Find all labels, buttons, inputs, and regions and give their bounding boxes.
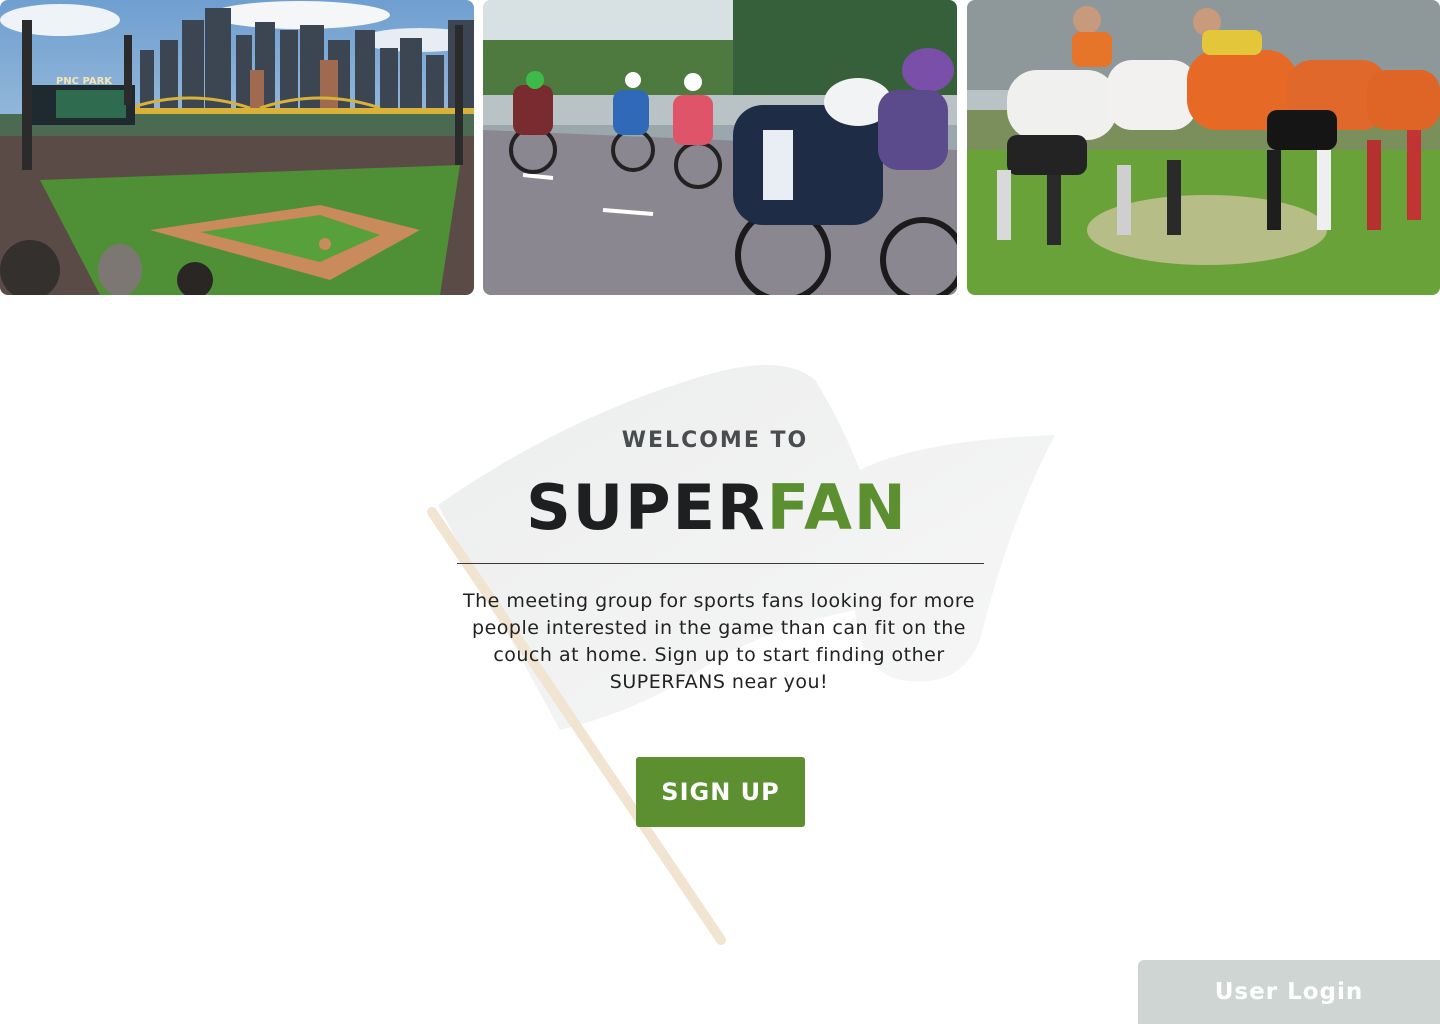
title-divider <box>457 563 984 564</box>
sign-up-button[interactable]: SIGN UP <box>636 757 805 827</box>
brand-logo-text: SUPERFAN <box>0 470 1434 546</box>
cycling-race-photo <box>483 0 957 295</box>
rugby-scrum-photo <box>967 0 1440 295</box>
user-login-button[interactable]: User Login <box>1138 960 1440 1024</box>
pnc-park-sign: PNC PARK <box>56 76 113 87</box>
welcome-heading: WELCOME TO <box>621 428 809 453</box>
brand-part-super: SUPER <box>526 471 767 544</box>
tagline: The meeting group for sports fans lookin… <box>463 590 975 693</box>
brand-part-fan: FAN <box>766 471 908 544</box>
baseball-stadium-photo: PNC PARK <box>0 0 474 295</box>
